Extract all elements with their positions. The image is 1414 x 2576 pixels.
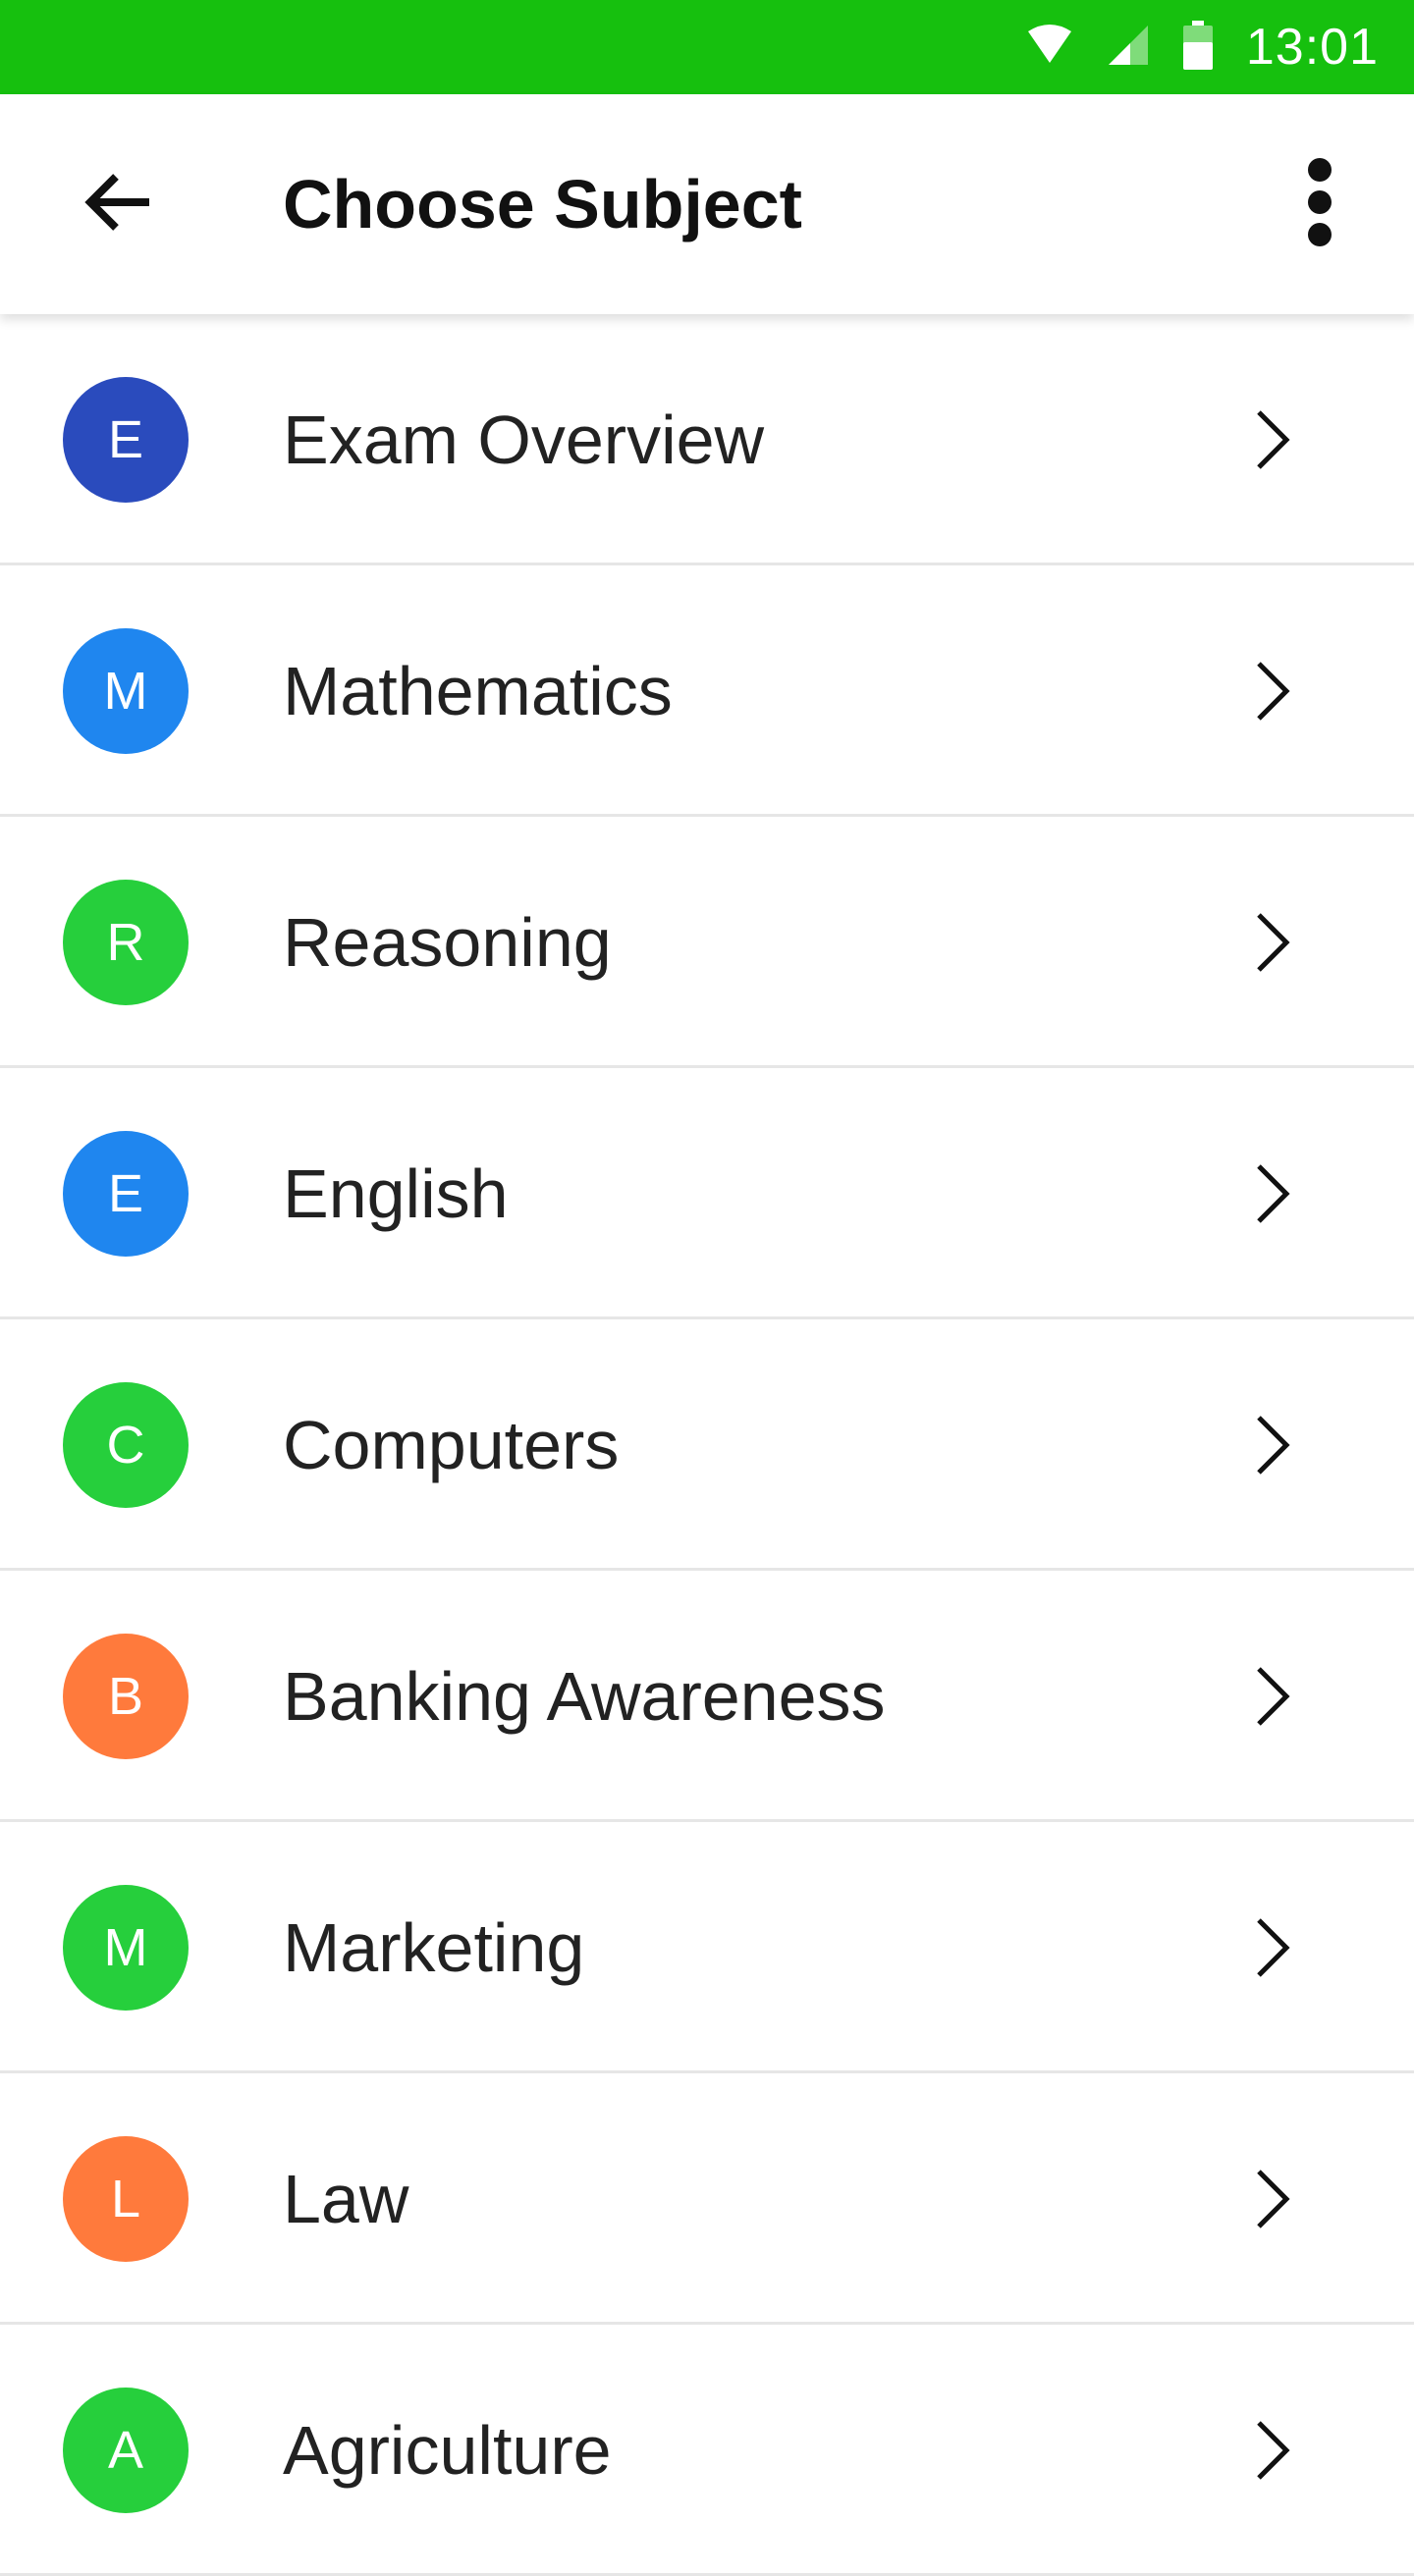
avatar: R	[63, 880, 189, 1005]
subject-item-law[interactable]: L Law	[0, 2073, 1414, 2325]
more-options-button[interactable]	[1265, 149, 1375, 259]
subject-item-exam-overview[interactable]: E Exam Overview	[0, 314, 1414, 565]
avatar: M	[63, 628, 189, 754]
chevron-right-icon	[1241, 1414, 1304, 1476]
chevron-right-icon	[1241, 1162, 1304, 1225]
avatar: B	[63, 1634, 189, 1759]
subject-label: Computers	[283, 1407, 620, 1483]
subject-item-mathematics[interactable]: M Mathematics	[0, 565, 1414, 817]
page-title: Choose Subject	[283, 166, 802, 242]
subject-item-reasoning[interactable]: R Reasoning	[0, 817, 1414, 1068]
avatar: A	[63, 2388, 189, 2513]
avatar: L	[63, 2136, 189, 2262]
subject-item-computers[interactable]: C Computers	[0, 1319, 1414, 1571]
avatar: E	[63, 1131, 189, 1257]
status-icons: 13:01	[1026, 0, 1379, 94]
avatar: M	[63, 1885, 189, 2011]
arrow-back-icon	[82, 171, 153, 239]
chevron-right-icon	[1241, 2419, 1304, 2482]
subject-item-marketing[interactable]: M Marketing	[0, 1822, 1414, 2073]
subject-item-banking-awareness[interactable]: B Banking Awareness	[0, 1571, 1414, 1822]
subject-item-agriculture[interactable]: A Agriculture	[0, 2325, 1414, 2576]
subject-label: Banking Awareness	[283, 1658, 886, 1735]
wifi-icon	[1026, 24, 1073, 72]
subject-label: Mathematics	[283, 653, 673, 729]
subject-label: Agriculture	[283, 2412, 612, 2489]
more-vertical-icon	[1306, 157, 1333, 252]
subject-item-english[interactable]: E English	[0, 1068, 1414, 1319]
chevron-right-icon	[1241, 408, 1304, 471]
subject-label: Law	[283, 2161, 409, 2237]
app-bar: Choose Subject	[0, 94, 1414, 314]
battery-icon	[1182, 20, 1213, 75]
cell-signal-icon	[1107, 24, 1150, 72]
chevron-right-icon	[1241, 911, 1304, 974]
status-bar: 13:01	[0, 0, 1414, 94]
chevron-right-icon	[1241, 660, 1304, 723]
subject-label: Marketing	[283, 1909, 585, 1986]
subject-list: E Exam Overview M Mathematics R Reasonin…	[0, 314, 1414, 2576]
back-button[interactable]	[55, 141, 181, 267]
subject-label: English	[283, 1155, 509, 1232]
chevron-right-icon	[1241, 1916, 1304, 1979]
subject-label: Reasoning	[283, 904, 612, 981]
chevron-right-icon	[1241, 2168, 1304, 2230]
subject-label: Exam Overview	[283, 402, 765, 478]
avatar: C	[63, 1382, 189, 1508]
status-time: 13:01	[1245, 19, 1379, 76]
chevron-right-icon	[1241, 1665, 1304, 1728]
avatar: E	[63, 377, 189, 503]
